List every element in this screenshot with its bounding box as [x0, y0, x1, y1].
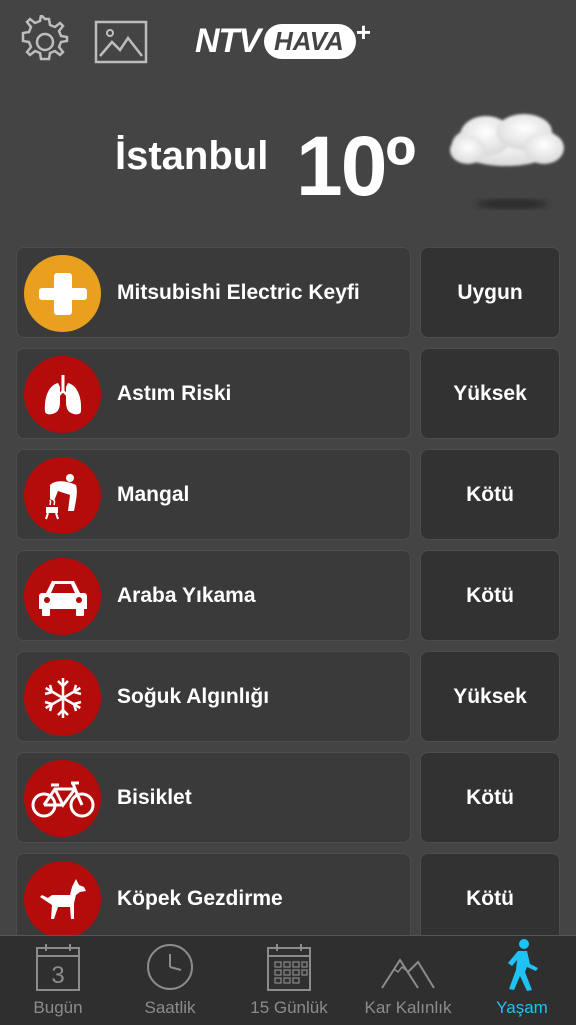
activity-label: Köpek Gezdirme	[117, 887, 283, 910]
lungs-icon	[24, 356, 101, 433]
weather-header: İstanbul 10º	[0, 108, 576, 218]
status-badge: Kötü	[420, 449, 560, 540]
city-name: İstanbul	[115, 134, 269, 178]
top-bar: NTV HAVA +	[0, 0, 576, 90]
activity-label: Mangal	[117, 483, 190, 506]
logo-plus: +	[355, 16, 371, 47]
status-badge: Uygun	[420, 247, 560, 338]
tab-label: 15 Günlük	[250, 998, 328, 1017]
tab-bugun[interactable]: 3 Bugün	[18, 936, 98, 1025]
status-badge: Kötü	[420, 752, 560, 843]
activity-label: Soğuk Algınlığı	[117, 685, 270, 708]
list-item[interactable]: Mangal Kötü	[16, 449, 560, 540]
cloud-icon	[446, 108, 570, 218]
activity-label: Bisiklet	[117, 786, 192, 809]
plus-icon	[24, 255, 101, 332]
tab-15-gunluk[interactable]: 15 Günlük	[240, 936, 338, 1025]
tab-label: Yaşam	[496, 998, 548, 1017]
status-badge: Kötü	[420, 550, 560, 641]
list-item[interactable]: Araba Yıkama Kötü	[16, 550, 560, 641]
list-item[interactable]: Astım Riski Yüksek	[16, 348, 560, 439]
status-badge: Yüksek	[420, 651, 560, 742]
tab-saatlik[interactable]: Saatlik	[128, 936, 212, 1025]
calendar-day-icon: 3	[36, 944, 80, 991]
list-item[interactable]: Bisiklet Kötü	[16, 752, 560, 843]
ntv-hava-logo: NTV HAVA +	[195, 16, 371, 64]
tab-kar-kalinlik[interactable]: Kar Kalınlık	[358, 936, 458, 1025]
activity-label: Araba Yıkama	[117, 584, 256, 607]
tab-label: Kar Kalınlık	[364, 998, 452, 1017]
bicycle-icon	[24, 760, 101, 837]
temperature: 10º	[296, 119, 416, 213]
tab-label: Bugün	[33, 998, 83, 1017]
barbecue-icon	[24, 457, 101, 534]
activity-label: Astım Riski	[117, 382, 232, 405]
car-icon	[24, 558, 101, 635]
logo-ntv: NTV	[195, 21, 261, 60]
settings-button[interactable]	[17, 14, 73, 70]
activity-list: Mitsubishi Electric Keyfi Uygun Astım Ri…	[16, 247, 560, 954]
dog-icon	[24, 861, 101, 938]
mountain-icon	[381, 958, 435, 989]
calendar-day-number: 3	[51, 962, 64, 989]
activity-label: Mitsubishi Electric Keyfi	[117, 281, 360, 304]
status-badge: Kötü	[420, 853, 560, 944]
calendar-grid-icon	[267, 944, 311, 991]
hiker-icon	[508, 939, 538, 991]
list-item[interactable]: Mitsubishi Electric Keyfi Uygun	[16, 247, 560, 338]
list-item[interactable]: Soğuk Algınlığı Yüksek	[16, 651, 560, 742]
list-item[interactable]: Köpek Gezdirme Kötü	[16, 853, 560, 944]
logo-hava: HAVA	[264, 23, 356, 59]
snowflake-icon	[24, 659, 101, 736]
tab-bar: 3 Bugün Saatlik 15 Günlük Kar Kalınlık Y…	[0, 935, 576, 1025]
tab-label: Saatlik	[144, 998, 196, 1017]
image-icon	[94, 20, 148, 64]
tab-yasam[interactable]: Yaşam	[486, 936, 558, 1025]
gear-icon	[21, 15, 69, 61]
status-badge: Yüksek	[420, 348, 560, 439]
clock-icon	[147, 944, 193, 990]
gallery-button[interactable]	[93, 14, 149, 70]
